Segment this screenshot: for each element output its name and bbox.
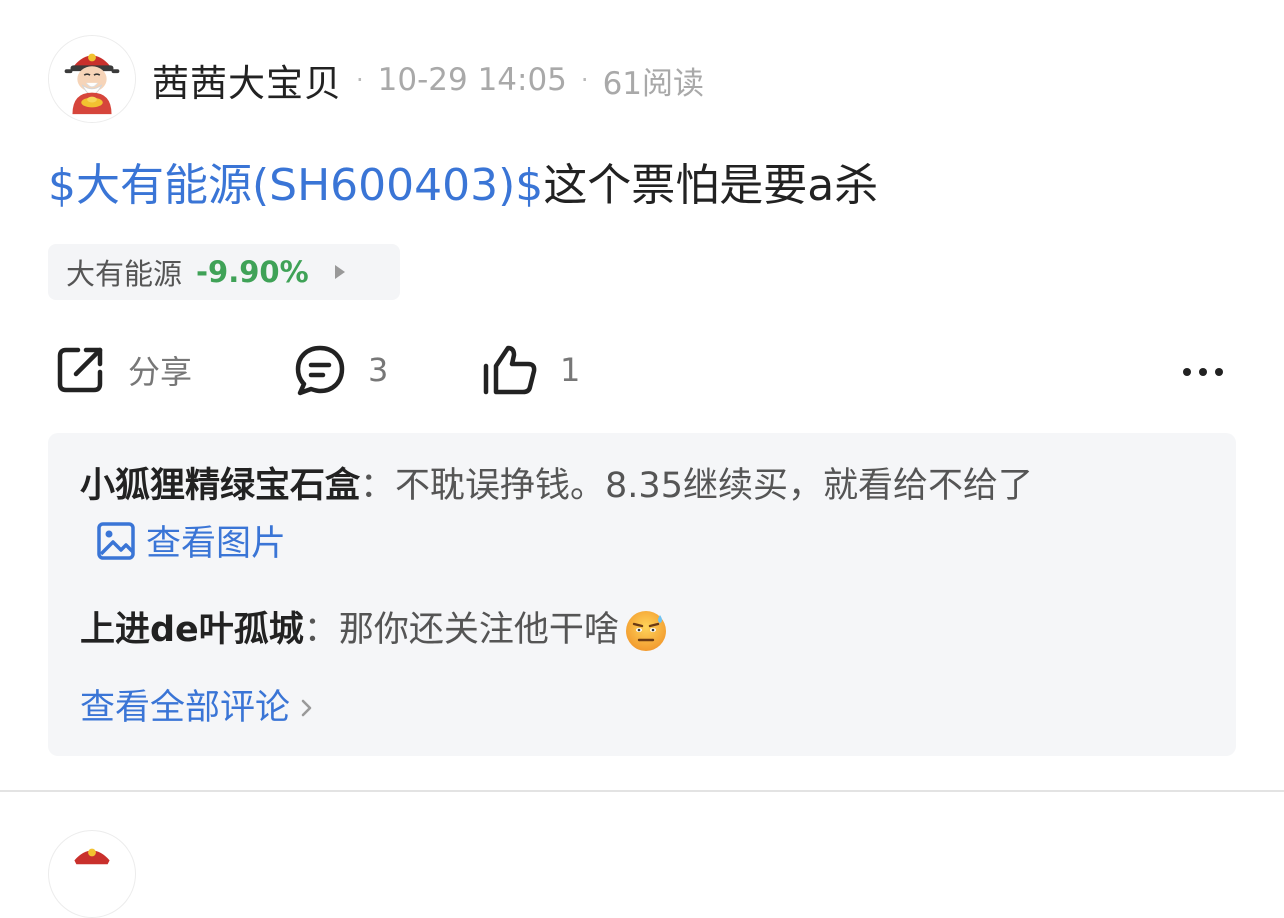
- stock-chip-name: 大有能源: [66, 257, 183, 291]
- feed-post: 茜茜大宝贝 · 10-29 14:05 · 61阅读 $大有能源(SH60040…: [0, 0, 1284, 918]
- stock-link[interactable]: $大有能源(SH600403)$: [48, 160, 543, 211]
- share-icon: [57, 347, 103, 393]
- comment-icon: [295, 345, 345, 396]
- triangle-right-icon: [334, 265, 345, 279]
- meta-separator: ·: [580, 66, 589, 94]
- author-avatar[interactable]: [48, 35, 136, 123]
- comment-text: 不耽误挣钱。8.35继续买，就看给不给了: [395, 466, 1033, 506]
- like-button[interactable]: 1: [480, 335, 580, 405]
- view-all-comments-link[interactable]: 查看全部评论: [80, 679, 316, 737]
- read-count: 61阅读: [602, 65, 705, 102]
- post-content[interactable]: $大有能源(SH600403)$这个票怕是要a杀: [48, 155, 878, 217]
- feed-divider: [0, 790, 1284, 792]
- stock-chip-change: -9.90%: [196, 255, 309, 289]
- comment-separator: ：: [303, 610, 339, 650]
- comment-separator: ：: [360, 466, 396, 506]
- view-image-label: 查看图片: [146, 524, 287, 564]
- action-bar: 分享 3 1: [0, 335, 1284, 405]
- next-post-avatar[interactable]: [48, 830, 136, 918]
- share-label: 分享: [128, 353, 193, 391]
- fortune-god-avatar-icon: [49, 36, 135, 122]
- comment-count: 3: [368, 351, 389, 389]
- comment-author[interactable]: 上进de叶孤城: [80, 601, 304, 659]
- comments-panel: 小狐狸精绿宝石盒：不耽误挣钱。8.35继续买，就看给不给了查看图片 上进de叶孤…: [48, 433, 1236, 756]
- thumbs-up-icon: [483, 345, 537, 395]
- image-icon: [97, 522, 135, 560]
- comment-button[interactable]: 3: [292, 335, 388, 405]
- meta-separator: ·: [356, 66, 364, 94]
- author-line: 茜茜大宝贝 · 10-29 14:05 · 61阅读: [152, 53, 705, 107]
- view-image-link[interactable]: 查看图片: [96, 522, 287, 564]
- post-datetime: 10-29 14:05: [377, 62, 567, 98]
- post-body-text: 这个票怕是要a杀: [543, 160, 879, 211]
- sweat-smile-emoji-icon: [625, 611, 666, 651]
- fortune-god-avatar-icon: [74, 848, 110, 865]
- like-count: 1: [560, 351, 581, 389]
- comment-item[interactable]: 上进de叶孤城：那你还关注他干啥: [80, 601, 669, 659]
- chevron-right-icon: [301, 699, 312, 717]
- comment-author[interactable]: 小狐狸精绿宝石盒: [80, 466, 360, 506]
- comment-item[interactable]: 小狐狸精绿宝石盒：不耽误挣钱。8.35继续买，就看给不给了查看图片: [80, 457, 1210, 573]
- view-all-comments-label: 查看全部评论: [80, 688, 291, 728]
- more-button[interactable]: [1174, 335, 1230, 405]
- author-name[interactable]: 茜茜大宝贝: [152, 53, 342, 107]
- more-dots-icon: [1183, 368, 1223, 376]
- comment-text: 那你还关注他干啥: [338, 610, 619, 650]
- share-button[interactable]: 分享: [52, 335, 192, 405]
- stock-quote-chip[interactable]: 大有能源 -9.90%: [48, 244, 400, 300]
